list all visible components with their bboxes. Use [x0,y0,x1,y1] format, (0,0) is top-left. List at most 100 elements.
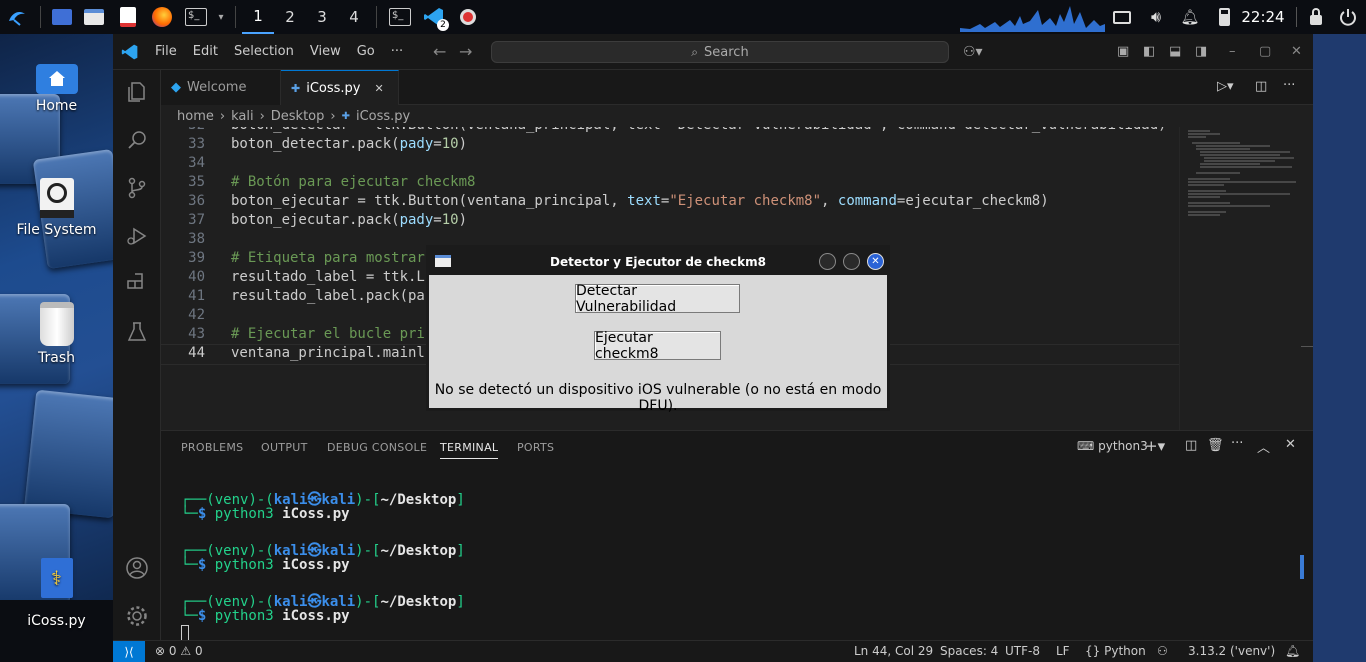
file-manager-icon[interactable] [77,0,111,34]
desktop-icon-trash[interactable]: Trash [0,302,113,366]
volume-icon[interactable]: 🔊︎ [1144,0,1168,34]
task-vscode-icon[interactable]: 2 [417,0,451,34]
command-search[interactable]: ⌕ Search [491,41,949,63]
more-actions-icon[interactable]: ··· [1231,436,1243,451]
breadcrumb-item[interactable]: Desktop [271,109,325,124]
copilot-icon[interactable]: ⚇▾ [963,44,983,60]
accounts-icon[interactable] [125,556,149,580]
clock[interactable]: 22:24 [1240,0,1286,34]
toggle-sidebar-icon[interactable]: ◧ [1143,44,1155,59]
python-interpreter[interactable]: 3.13.2 ('venv') [1188,644,1275,658]
indentation[interactable]: Spaces: 4 [940,644,998,658]
breadcrumb-item[interactable]: iCoss.py [356,109,410,124]
tab-welcome[interactable]: ◆ Welcome [161,70,281,105]
panel-tab-terminal[interactable]: TERMINAL [440,441,499,459]
more-actions-icon[interactable]: ··· [1283,78,1295,93]
tab-close-icon[interactable]: ✕ [375,82,384,95]
end-of-line[interactable]: LF [1056,644,1070,658]
panel-tab-output[interactable]: OUTPUT [261,441,308,454]
code-line[interactable]: 36 boton_ejecutar = ttk.Button(ventana_pr… [161,193,1179,212]
search-icon[interactable] [125,128,149,152]
terminal-launcher-icon[interactable]: $_ [179,0,213,34]
split-terminal-icon[interactable]: ◫ [1185,438,1197,453]
menu-go[interactable]: Go [349,44,383,59]
desktop-icon-icoss[interactable]: ⚕ [0,558,113,602]
maximize-icon[interactable]: ▢ [1259,44,1271,59]
remote-indicator-icon[interactable]: ⟩⟨ [113,641,145,662]
logout-icon[interactable] [1336,0,1360,34]
maximize-panel-icon[interactable]: ︿ [1257,437,1270,456]
firefox-icon[interactable] [145,0,179,34]
display-icon[interactable] [1110,0,1134,34]
detect-vulnerability-button[interactable]: Detectar Vulnerabilidad [575,283,740,315]
extensions-icon[interactable] [125,272,149,296]
explorer-icon[interactable] [125,80,149,104]
code-line[interactable]: 35 # Botón para ejecutar checkm8 [161,174,1179,193]
launcher-dropdown-icon[interactable]: ▾ [213,0,229,34]
minimize-icon[interactable]: – [1229,44,1236,59]
menu-more[interactable]: ··· [383,44,411,59]
menu-edit[interactable]: Edit [185,44,226,59]
dialog-title-bar[interactable]: Detector y Ejecutor de checkm8 ✕ [429,248,887,275]
execute-checkm8-button[interactable]: Ejecutar checkm8 [594,330,721,362]
close-panel-icon[interactable]: ✕ [1285,437,1296,452]
terminal-profile[interactable]: ⌨ python3 [1077,439,1148,453]
workspace-1[interactable]: 1 [242,0,274,34]
workspace-2[interactable]: 2 [274,0,306,34]
code-line[interactable]: 32 boton_detectar = ttk.Button(ventana_pr… [161,127,1179,136]
panel-tab-ports[interactable]: PORTS [517,441,554,454]
copilot-status-icon[interactable]: ⚇ [1157,644,1168,658]
dialog-close-icon[interactable]: ✕ [867,253,884,270]
window-close-icon[interactable]: ✕ [1291,44,1302,59]
split-editor-icon[interactable]: ◫ [1255,79,1267,94]
back-arrow-icon[interactable]: ← [433,42,446,61]
dialog-maximize-icon[interactable] [843,253,860,270]
toggle-secondary-sidebar-icon[interactable]: ◨ [1195,44,1207,59]
desktop-icon-home[interactable]: Home [0,64,113,114]
code-line[interactable]: 34 [161,155,1179,174]
cursor-position[interactable]: Ln 44, Col 29 [854,644,933,658]
dialog-minimize-icon[interactable] [819,253,836,270]
notifications-bell-icon[interactable]: 🔔︎ [1285,644,1300,658]
layout-customize-icon[interactable]: ▣ [1117,44,1129,59]
run-debug-icon[interactable] [125,224,149,248]
show-desktop-icon[interactable] [47,0,77,34]
new-terminal-icon[interactable]: +▾ [1145,437,1165,455]
code-token: ventana_principal.mainl [231,345,425,361]
menu-view[interactable]: View [302,44,349,59]
breadcrumb-item[interactable]: kali [231,109,254,124]
breadcrumb-item[interactable]: home [177,109,214,124]
code-token: command [837,193,897,209]
settings-gear-icon[interactable] [125,604,149,628]
code-line[interactable]: 37 boton_ejecutar.pack(pady=10) [161,212,1179,231]
panel-tab-problems[interactable]: PROBLEMS [181,441,243,454]
code-text: resultado_label.pack(pa [231,288,425,304]
battery-icon[interactable] [1212,0,1236,34]
desktop-icon-filesystem[interactable]: File System [0,178,113,238]
code-line[interactable]: 33 boton_detectar.pack(pady=10) [161,136,1179,155]
task-terminal-icon[interactable]: $_ [383,0,417,34]
lock-icon[interactable] [1304,0,1328,34]
source-control-icon[interactable] [125,176,149,200]
kill-terminal-icon[interactable]: 🗑︎ [1207,438,1224,453]
menu-file[interactable]: File [147,44,185,59]
kali-menu-icon[interactable] [0,0,34,34]
workspace-4[interactable]: 4 [338,0,370,34]
panel-tab-debug-console[interactable]: DEBUG CONSOLE [327,441,427,454]
tab-icoss[interactable]: ✚ iCoss.py ✕ [281,70,399,105]
testing-icon[interactable] [125,320,149,344]
problems-indicator[interactable]: ⊗ 0 ⚠ 0 [155,644,203,658]
encoding[interactable]: UTF-8 [1005,644,1040,658]
task-tk-app-icon[interactable] [451,0,485,34]
minimap[interactable] [1179,127,1299,430]
forward-arrow-icon[interactable]: → [459,42,472,61]
notifications-icon[interactable]: 🔔︎ [1178,0,1202,34]
text-editor-icon[interactable] [111,0,145,34]
workspace-3[interactable]: 3 [306,0,338,34]
terminal-scrollbar[interactable] [1300,555,1304,579]
toggle-panel-icon[interactable]: ⬓ [1169,44,1181,59]
run-file-icon[interactable]: ▷▾ [1217,79,1234,94]
menu-selection[interactable]: Selection [226,44,302,59]
language-mode[interactable]: {} Python [1085,644,1146,658]
line-number: 43 [188,326,205,342]
